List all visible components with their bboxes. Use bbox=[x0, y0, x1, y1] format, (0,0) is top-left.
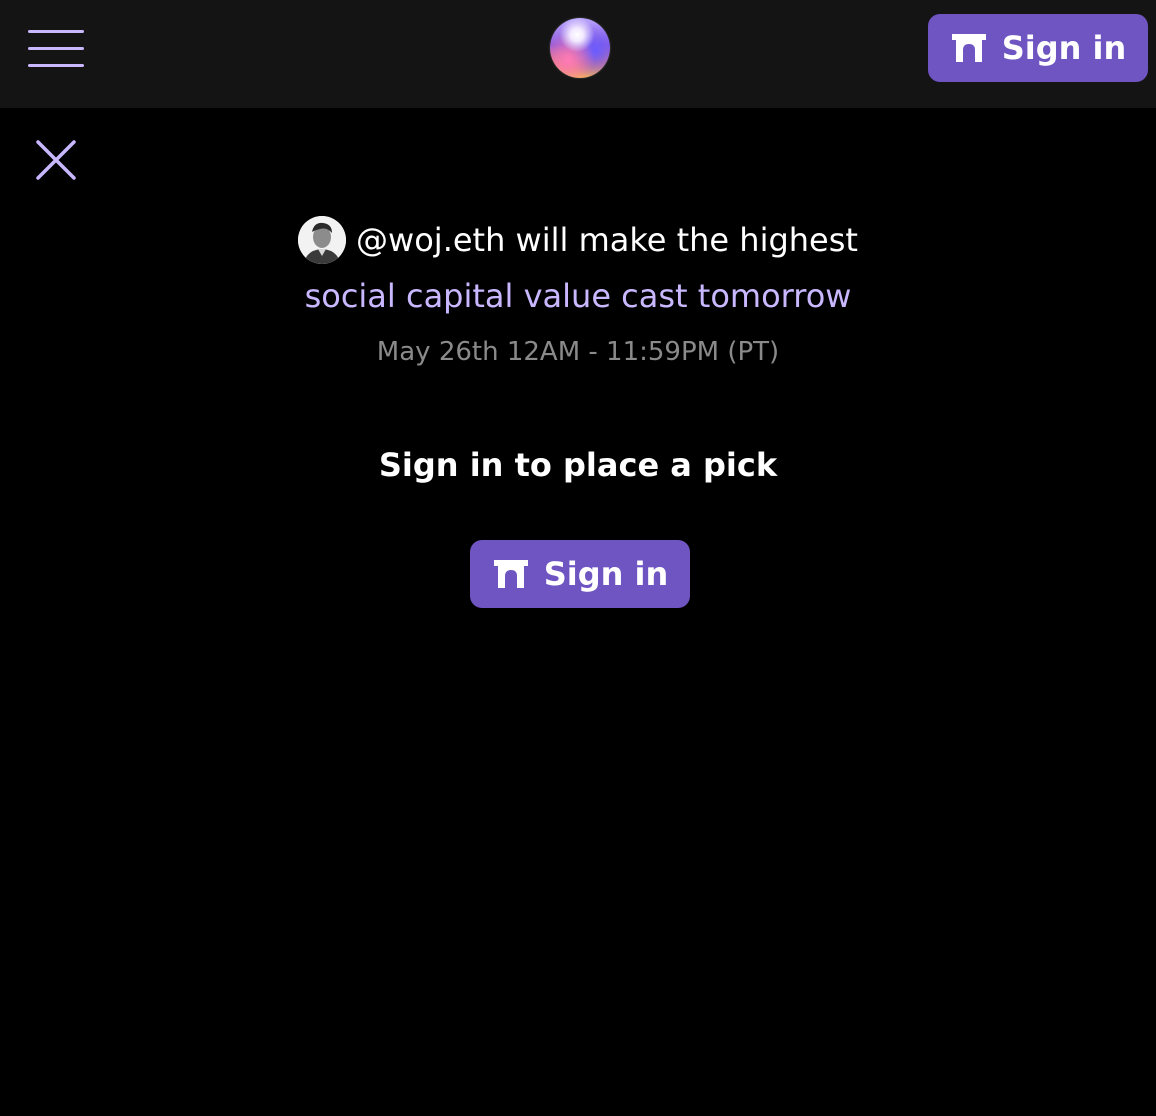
header-sign-in-button[interactable]: Sign in bbox=[928, 14, 1148, 82]
menu-bar-line bbox=[28, 47, 84, 50]
gateway-arch-icon bbox=[951, 34, 986, 62]
headline-line-1: @woj.eth will make the highest bbox=[356, 221, 858, 259]
header-sign-in-label: Sign in bbox=[1001, 29, 1127, 67]
menu-bar-line bbox=[28, 30, 84, 33]
sign-in-prompt: Sign in to place a pick bbox=[378, 446, 778, 484]
gateway-arch-icon bbox=[493, 560, 528, 588]
sign-in-button[interactable]: Sign in bbox=[470, 540, 690, 608]
prediction-headline: @woj.eth will make the highest social ca… bbox=[0, 214, 1156, 322]
headline-line-2: social capital value cast tomorrow bbox=[304, 277, 852, 315]
user-avatar[interactable] bbox=[298, 216, 347, 264]
orb-logo-icon[interactable] bbox=[550, 18, 610, 78]
close-icon[interactable] bbox=[30, 134, 82, 186]
sign-in-label: Sign in bbox=[543, 555, 669, 593]
hamburger-menu-icon[interactable] bbox=[22, 22, 90, 74]
timeframe-text: May 26th 12AM - 11:59PM (PT) bbox=[376, 337, 780, 367]
menu-bar-line bbox=[28, 64, 84, 67]
top-bar: Sign in bbox=[0, 0, 1156, 108]
